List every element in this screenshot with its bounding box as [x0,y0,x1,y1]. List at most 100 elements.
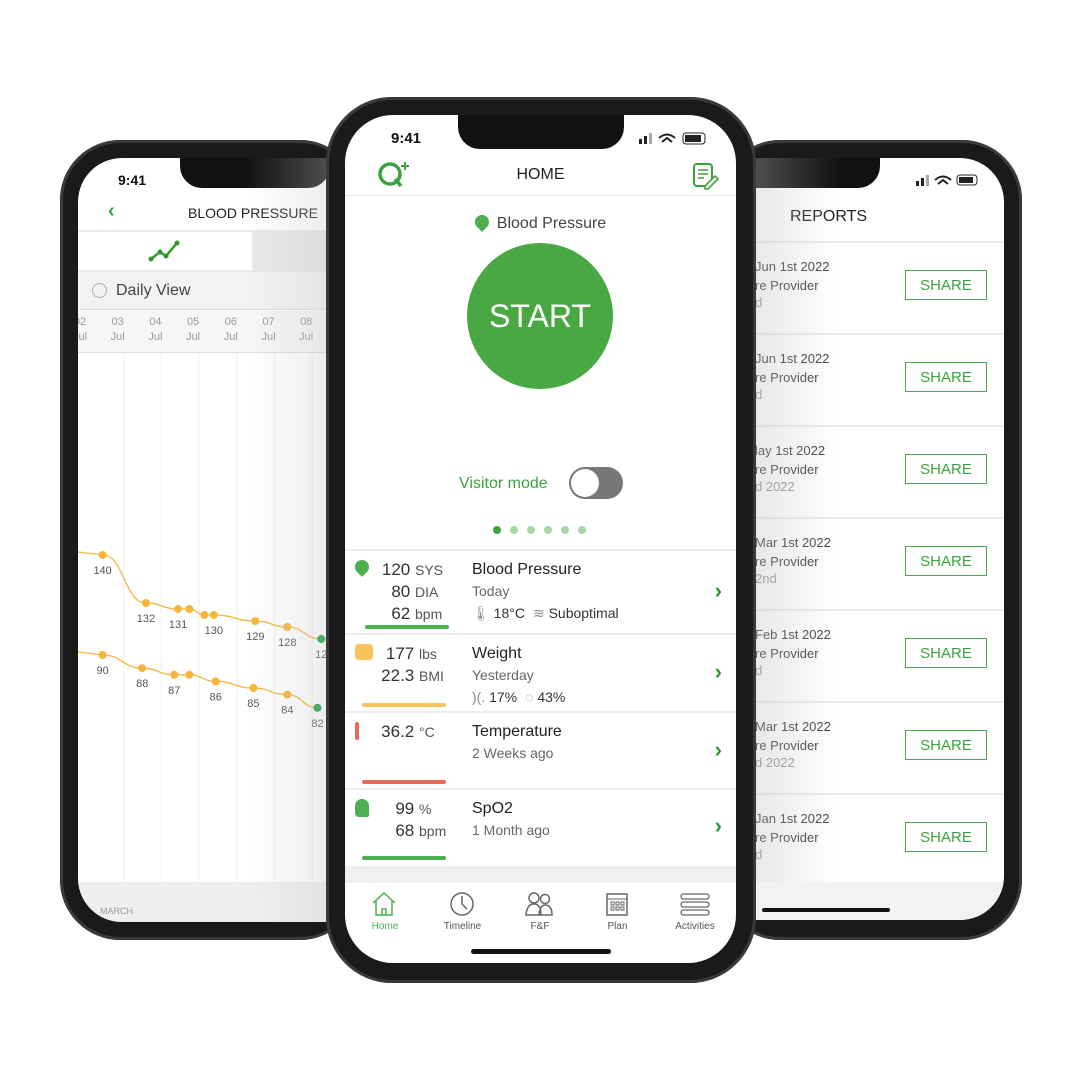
data-point[interactable] [141,599,150,607]
view-label: Daily View [116,282,191,299]
data-point[interactable] [98,651,107,659]
data-point[interactable] [283,690,292,699]
share-button[interactable]: SHARE [905,730,987,760]
report-note: d [755,387,763,402]
start-button[interactable]: START [467,243,613,389]
report-date: lay 1st 2022 [755,443,826,458]
status-icons [639,132,706,145]
page-dot[interactable] [527,526,535,534]
value: 177 [385,644,415,663]
share-button[interactable]: SHARE [905,822,987,852]
date-tick[interactable]: 08 Jul [290,315,322,345]
data-point[interactable] [174,605,183,613]
center-screen: 9:41 HOME Blood Pressure START Visitor m… [345,115,736,963]
data-point[interactable] [283,623,292,631]
extra-text: 17% [489,689,518,705]
chevron-right-icon[interactable]: › [715,578,722,604]
report-provider: re Provider [755,646,819,661]
report-row: Feb 1st 2022 re Provider d SHARE [755,609,1004,701]
water-drops-icon: ◌ [525,689,534,705]
data-label: 129 [246,631,264,643]
date-tick[interactable]: 02Jul [78,315,96,345]
bp-chart: 140132 131 130 129 1281290888786858482 [78,353,327,883]
card-spo2[interactable]: 99 % 68 bpm SpO2 1 Month ago › [345,788,736,864]
unit: bpm [419,823,447,839]
measurement-type[interactable]: Blood Pressure [345,212,736,233]
data-point[interactable] [313,703,322,712]
nav-activities[interactable]: Activities [656,889,734,932]
month-label: MARCH [100,906,133,916]
report-date: Mar 1st 2022 [755,719,831,734]
unit: BMI [419,668,444,684]
page-dot[interactable] [578,526,586,534]
report-note: 2nd [755,571,777,586]
right-phone: REPORTS Jun 1st 2022 re Provider d SHARE… [720,140,1022,940]
data-point[interactable] [249,684,258,692]
blood-pressure-icon [471,212,492,232]
status-bar [362,856,446,860]
report-date: Mar 1st 2022 [755,535,831,550]
date-tick[interactable]: 06 Jul [215,315,247,345]
nav-plan[interactable]: Plan [579,889,657,932]
visitor-mode-toggle[interactable] [569,467,623,499]
nav-label: Home [371,921,399,932]
value: 120 [381,560,411,579]
date-tick[interactable]: 05 Jul [177,315,209,345]
home-icon [372,891,396,916]
value: 68 [395,821,415,840]
report-provider: re Provider [755,370,819,385]
data-label: 128 [278,637,296,649]
card-weight[interactable]: 177 lbs 22.3 BMI Weight Yesterday )(. 17%… [345,633,736,711]
nav-home[interactable]: Home [346,889,424,932]
date-tick[interactable]: 07 Jul [253,315,285,345]
data-point[interactable] [209,611,218,619]
chevron-right-icon[interactable]: › [715,813,722,839]
nav-friends-family[interactable]: F&F [501,889,579,932]
center-phone: 9:41 HOME Blood Pressure START Visitor m… [326,97,756,983]
report-row: Jan 1st 2022 re Provider d SHARE [755,793,1004,885]
data-point[interactable] [170,670,179,679]
page-indicator[interactable] [493,526,586,534]
data-point[interactable] [251,617,260,625]
value: 80 [391,582,411,601]
page-dot[interactable] [510,526,518,534]
share-button[interactable]: SHARE [905,270,987,300]
data-label: 132 [137,613,155,625]
data-label: 87 [168,685,180,697]
data-point[interactable] [200,611,209,619]
share-button[interactable]: SHARE [905,546,987,576]
notes-button[interactable] [691,162,719,190]
value: 36.2 [381,722,415,741]
card-blood-pressure[interactable]: 120 SYS 80 DIA 62 bpm Blood Pressure Today… [345,549,736,633]
data-point[interactable] [138,664,147,673]
report-date: Jun 1st 2022 [755,351,830,366]
data-point[interactable] [185,605,194,613]
data-point[interactable] [98,551,107,559]
data-point[interactable] [185,670,194,679]
date-tick[interactable]: 04 Jul [139,315,171,345]
page-title: BLOOD PRESSURE [188,205,318,221]
share-button[interactable]: SHARE [905,454,987,484]
status-bar [362,703,446,707]
back-button[interactable]: ‹ [108,200,115,223]
date-tick[interactable]: 03 Jul [102,315,134,345]
page-dot[interactable] [544,526,552,534]
card-when: Today [472,583,510,599]
date-axis: 02Jul 03Jul04Jul05Jul06Jul07Jul08Jul [78,311,358,353]
data-label: 84 [281,705,293,717]
share-button[interactable]: SHARE [905,638,987,668]
share-button[interactable]: SHARE [905,362,987,392]
page-dot[interactable] [493,526,501,534]
daily-view-selector[interactable]: Daily View [78,272,358,310]
visitor-mode-label: Visitor mode [459,475,548,492]
data-point[interactable] [211,677,220,686]
chevron-right-icon[interactable]: › [715,659,722,685]
page-dot[interactable] [561,526,569,534]
data-point[interactable] [317,635,326,643]
nav-timeline[interactable]: Timeline [424,889,502,932]
report-row: Mar 1st 2022 re Provider d 2022 SHARE [755,701,1004,793]
tab-chart[interactable] [78,232,252,270]
chevron-right-icon[interactable]: › [715,737,722,763]
extra-text: 18°C [493,605,525,621]
card-temperature[interactable]: 36.2 °C Temperature 2 Weeks ago › [345,711,736,788]
